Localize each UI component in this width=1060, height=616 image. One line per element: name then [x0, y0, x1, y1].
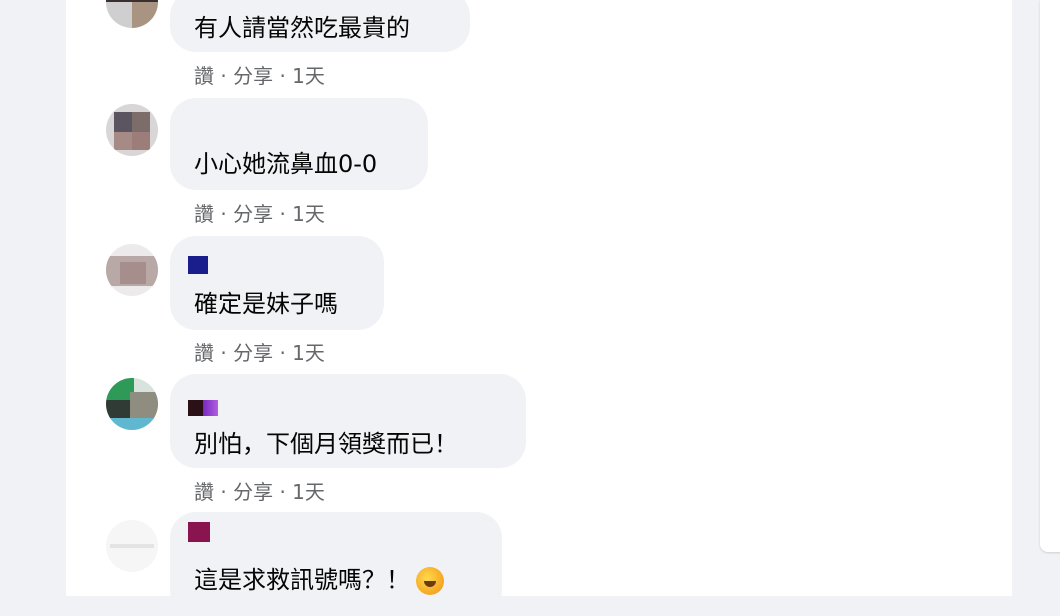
comment-bubble: 有人請當然吃最貴的	[170, 0, 470, 52]
like-button[interactable]: 讚	[194, 341, 214, 365]
comment-actions: 讚 · 分享 · 1天	[194, 476, 325, 505]
like-button[interactable]: 讚	[194, 202, 214, 226]
comment-text: 確定是妹子嗎	[194, 290, 338, 318]
comment-bubble: 小心她流鼻血0-0	[170, 98, 428, 190]
separator: ·	[220, 341, 234, 365]
separator: ·	[220, 480, 234, 504]
separator: ·	[279, 64, 293, 88]
comment-text: 這是求救訊號嗎？！	[194, 560, 444, 595]
comment-actions: 讚 · 分享 · 1天	[194, 60, 325, 89]
separator: ·	[220, 64, 234, 88]
avatar[interactable]	[106, 378, 158, 430]
author-name-redacted	[188, 400, 218, 416]
separator: ·	[279, 480, 293, 504]
comment-bubble: 這是求救訊號嗎？！	[170, 512, 502, 616]
comment-text-content: 這是求救訊號嗎？！	[194, 566, 410, 594]
comment-text: 別怕，下個月領獎而已！	[194, 430, 458, 458]
avatar[interactable]	[106, 520, 158, 572]
separator: ·	[279, 341, 293, 365]
share-button[interactable]: 分享	[233, 64, 273, 88]
timestamp-link[interactable]: 1天	[292, 341, 325, 365]
avatar[interactable]	[106, 0, 158, 28]
timestamp-link[interactable]: 1天	[292, 64, 325, 88]
timestamp-link[interactable]: 1天	[292, 480, 325, 504]
comment-actions: 讚 · 分享 · 1天	[194, 337, 325, 366]
comment-text: 有人請當然吃最貴的	[194, 14, 410, 42]
avatar[interactable]	[106, 244, 158, 296]
comment-actions: 讚 · 分享 · 1天	[194, 198, 325, 227]
author-name-redacted	[188, 522, 210, 542]
right-column-card	[1040, 0, 1060, 552]
like-button[interactable]: 讚	[194, 480, 214, 504]
comment-text: 小心她流鼻血0-0	[194, 150, 378, 178]
share-button[interactable]: 分享	[233, 480, 273, 504]
author-name-redacted	[188, 256, 208, 274]
share-button[interactable]: 分享	[233, 341, 273, 365]
avatar[interactable]	[106, 104, 158, 156]
like-button[interactable]: 讚	[194, 64, 214, 88]
comment-bubble: 別怕，下個月領獎而已！	[170, 374, 526, 468]
separator: ·	[220, 202, 234, 226]
laughing-crying-emoji-icon	[416, 567, 444, 595]
timestamp-link[interactable]: 1天	[292, 202, 325, 226]
comment-bubble: 確定是妹子嗎	[170, 236, 384, 330]
share-button[interactable]: 分享	[233, 202, 273, 226]
separator: ·	[279, 202, 293, 226]
